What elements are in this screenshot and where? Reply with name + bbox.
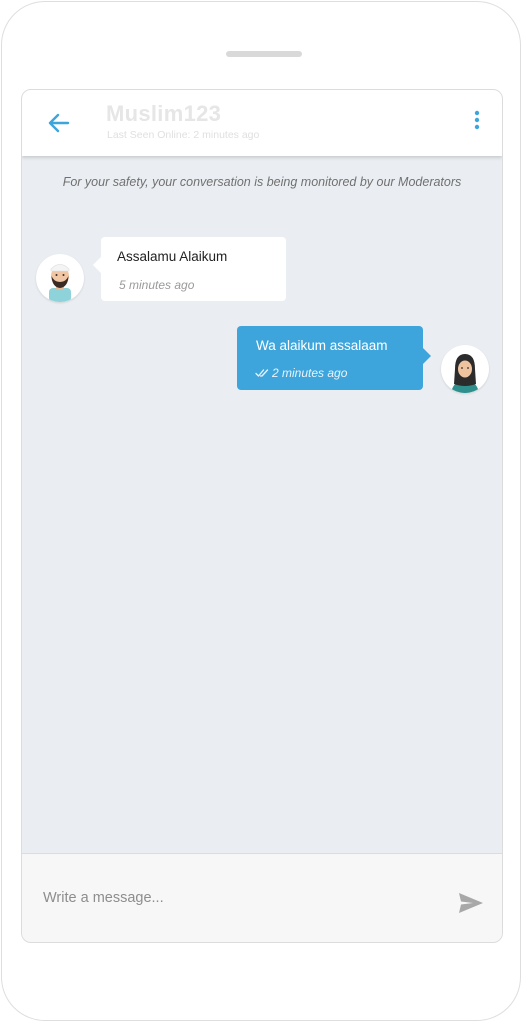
- chat-header: Muslim123 Last Seen Online: 2 minutes ag…: [22, 90, 502, 156]
- message-timestamp: 2 minutes ago: [272, 366, 348, 380]
- message-input[interactable]: [22, 854, 442, 941]
- female-hijab-avatar-icon: [441, 345, 489, 393]
- more-options-button[interactable]: [470, 108, 484, 134]
- send-icon: [459, 893, 483, 913]
- message-timestamp-row: 2 minutes ago: [255, 366, 347, 381]
- more-vertical-icon: [474, 110, 480, 130]
- outgoing-message-bubble[interactable]: Wa alaikum assalaam 2 minutes ago: [237, 326, 431, 390]
- double-check-icon: [255, 367, 269, 381]
- safety-notice: For your safety, your conversation is be…: [62, 175, 462, 189]
- back-button[interactable]: [44, 108, 76, 138]
- chat-screen: Muslim123 Last Seen Online: 2 minutes ag…: [21, 89, 503, 943]
- contact-name: Muslim123: [106, 101, 222, 126]
- speaker-grille: [226, 51, 302, 57]
- message-timestamp: 5 minutes ago: [119, 278, 195, 292]
- male-avatar-icon: [36, 254, 84, 302]
- arrow-left-icon: [48, 113, 70, 133]
- message-composer: [22, 853, 502, 942]
- last-seen-status: Last Seen Online: 2 minutes ago: [107, 129, 260, 141]
- message-text: Wa alaikum assalaam: [256, 338, 388, 353]
- incoming-message-bubble[interactable]: Assalamu Alaikum 5 minutes ago: [93, 237, 286, 301]
- send-button[interactable]: [456, 890, 486, 916]
- message-text: Assalamu Alaikum: [117, 249, 228, 264]
